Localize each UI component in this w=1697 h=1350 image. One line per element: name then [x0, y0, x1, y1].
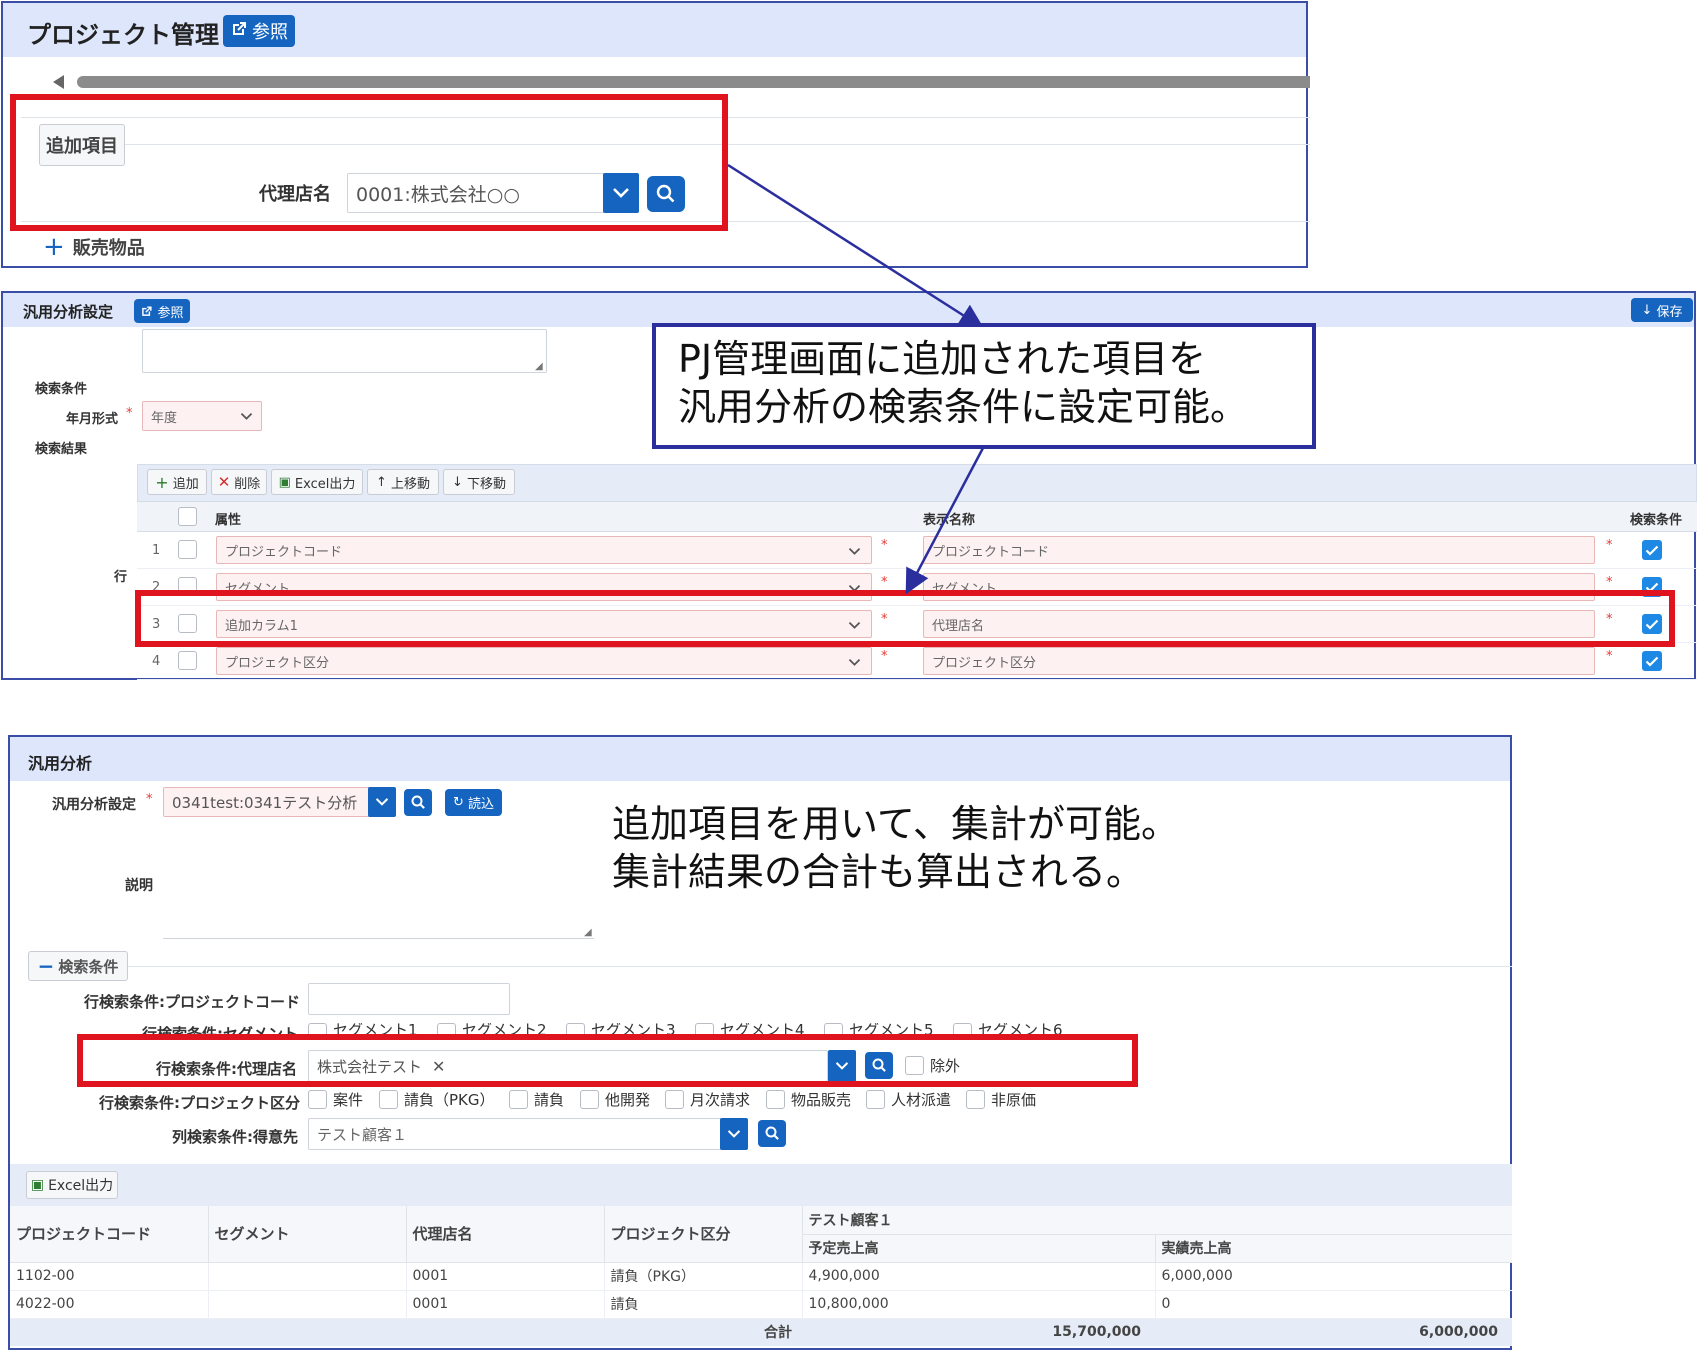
pj-type-cond-label: 行検索条件:プロジェクト区分 [99, 1094, 300, 1112]
header-customer-group: テスト顧客１ [802, 1206, 1512, 1235]
total-planned: 15,700,000 [1052, 1324, 1141, 1341]
project-type-option[interactable]: 人材派遣 [866, 1089, 951, 1110]
load-button[interactable]: ↻ 読込 [445, 789, 502, 816]
results-toolbar [10, 1164, 1512, 1206]
results-rows: 1102-00 0001 請負（PKG） 4,900,000 6,000,000 4022… [10, 1262, 1512, 1319]
panel-header [10, 737, 1510, 781]
pj-code-cond-label: 行検索条件:プロジェクトコード [84, 993, 301, 1011]
project-type-option[interactable]: 非原価 [966, 1089, 1036, 1110]
results-table: プロジェクトコード セグメント 代理店名 プロジェクト区分 テスト顧客１ 予定売… [10, 1206, 1512, 1348]
excel-file-icon: ▣ [30, 1177, 45, 1193]
chevron-down-icon [727, 1130, 741, 1138]
customer-cond-label: 列検索条件:得意先 [172, 1128, 298, 1146]
description-textarea[interactable] [163, 905, 594, 939]
header-project-code: プロジェクトコード [10, 1206, 209, 1263]
project-type-checkbox[interactable] [308, 1090, 327, 1109]
header-actual-sales: 実績売上高 [1155, 1234, 1512, 1263]
search-icon [765, 1126, 779, 1140]
setting-dropdown-button[interactable] [368, 787, 396, 817]
customer-search-button[interactable] [758, 1120, 786, 1147]
table-cell [208, 1290, 407, 1319]
analysis-title: 汎用分析 [28, 754, 93, 773]
analysis-setting-select[interactable]: 0341test:0341テスト分析 [163, 787, 377, 817]
project-type-option[interactable]: 物品販売 [766, 1089, 851, 1110]
table-cell: 0 [1155, 1290, 1512, 1319]
resize-handle-icon[interactable]: ◢ [584, 927, 592, 938]
chevron-down-icon [375, 798, 389, 806]
project-type-option[interactable]: 案件 [308, 1089, 363, 1110]
callout-line1: PJ管理画面に追加された項目を [678, 337, 1207, 381]
table-cell: 1102-00 [10, 1262, 209, 1291]
project-type-checkbox[interactable] [766, 1090, 785, 1109]
required-mark: * [146, 792, 153, 807]
header-agent-name: 代理店名 [406, 1206, 605, 1263]
results-grid: プロジェクトコード セグメント 代理店名 プロジェクト区分 テスト顧客１ 予定売… [10, 1206, 1512, 1346]
divider [128, 966, 1512, 967]
total-label: 合計 [764, 1325, 792, 1342]
table-cell: 6,000,000 [1155, 1262, 1512, 1291]
table-cell: 10,800,000 [802, 1290, 1156, 1319]
description-label: 説明 [125, 878, 153, 894]
header-planned-sales: 予定売上高 [802, 1234, 1156, 1263]
table-cell: 請負（PKG） [604, 1262, 803, 1291]
header-segment: セグメント [208, 1206, 407, 1263]
customer-dropdown-button[interactable] [720, 1118, 748, 1150]
table-cell: 0001 [406, 1262, 605, 1291]
table-row: 4022-00 0001 請負 10,800,000 0 [10, 1290, 1512, 1319]
table-cell: 請負 [604, 1290, 803, 1319]
table-cell: 4022-00 [10, 1290, 209, 1319]
callout-aggregation-note: 追加項目を用いて、集計が可能。 集計結果の合計も算出される。 [612, 800, 1179, 896]
header-project-type: プロジェクト区分 [604, 1206, 803, 1263]
refresh-icon: ↻ [453, 795, 464, 810]
setting-search-button[interactable] [404, 789, 432, 816]
pj-code-cond-input[interactable] [308, 983, 510, 1015]
table-row: 1102-00 0001 請負（PKG） 4,900,000 6,000,000 [10, 1262, 1512, 1291]
excel-export-button[interactable]: ▣ Excel出力 [26, 1171, 118, 1199]
minus-icon: − [37, 954, 55, 978]
project-type-checkbox[interactable] [866, 1090, 885, 1109]
total-actual: 6,000,000 [1419, 1324, 1498, 1341]
project-type-checkbox[interactable] [665, 1090, 684, 1109]
project-type-checkbox[interactable] [509, 1090, 528, 1109]
table-cell: 4,900,000 [802, 1262, 1156, 1291]
callout-line2: 集計結果の合計も算出される。 [612, 850, 1145, 894]
highlight-agent-condition [77, 1034, 1138, 1087]
table-cell [208, 1262, 407, 1291]
project-type-checkbox[interactable] [379, 1090, 398, 1109]
search-icon [411, 795, 425, 809]
project-type-option[interactable]: 月次請求 [665, 1089, 750, 1110]
table-cell: 0001 [406, 1290, 605, 1319]
search-conditions-section-tab[interactable]: − 検索条件 [28, 951, 128, 981]
callout-line2: 汎用分析の検索条件に設定可能。 [678, 385, 1249, 429]
total-row: 合計 15,700,000 6,000,000 [10, 1318, 1512, 1346]
callout-line1: 追加項目を用いて、集計が可能。 [612, 802, 1179, 846]
customer-cond-select[interactable]: テスト顧客１ [308, 1118, 722, 1150]
project-type-checkbox[interactable] [580, 1090, 599, 1109]
analysis-setting-label: 汎用分析設定 [52, 797, 136, 813]
project-type-option[interactable]: 請負 [509, 1089, 564, 1110]
project-type-option[interactable]: 他開発 [580, 1089, 650, 1110]
project-type-option[interactable]: 請負（PKG） [379, 1089, 495, 1110]
project-type-checkbox[interactable] [966, 1090, 985, 1109]
callout-settings-note: PJ管理画面に追加された項目を 汎用分析の検索条件に設定可能。 [652, 323, 1316, 449]
